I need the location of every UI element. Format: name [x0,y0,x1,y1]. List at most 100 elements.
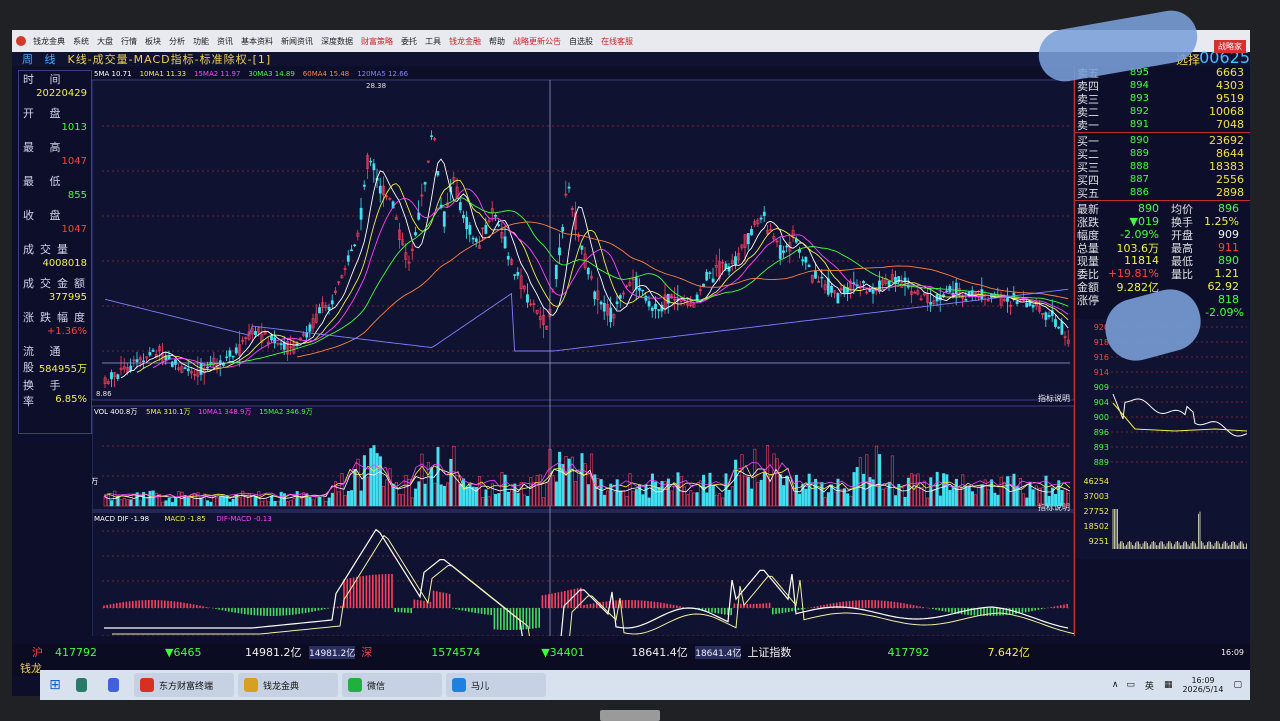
candle-body [903,277,907,282]
book-row[interactable]: 卖一 891 7048 [1075,118,1250,132]
menu-item[interactable]: 资讯 [213,36,237,47]
candle-body [580,245,584,250]
menu-item[interactable]: 战略更新公告 [509,36,565,47]
candle-body [231,355,235,358]
menu-item[interactable]: 财富策略 [357,36,397,47]
menu-item[interactable]: 在线客服 [597,36,637,47]
volume-bar [369,448,373,507]
clock[interactable]: 16:09 2026/5/14 [1182,676,1223,694]
menu-item[interactable]: 分析 [165,36,189,47]
taskbar-app-button[interactable]: 马儿 [446,673,546,697]
candle-body [618,295,622,299]
brand-badge[interactable]: 战略家 [1214,40,1246,53]
volume-bar [942,473,946,507]
ai-app-icon[interactable] [102,673,130,697]
book-volume: 18383 [1209,160,1244,173]
candle-body [279,343,283,345]
quote-value: 818 [1218,293,1239,306]
volume-bar [174,497,178,507]
menu-item[interactable]: 功能 [189,36,213,47]
menu-item[interactable]: 基本资料 [237,36,277,47]
info-label: 最 低 [23,175,67,188]
menu-item[interactable]: 新闻资讯 [277,36,317,47]
menu-item[interactable]: 钱龙金融 [445,36,485,47]
candle-body [436,171,440,176]
menu-item[interactable]: 自选股 [565,36,597,47]
quote-label: 涨停 [1077,293,1099,307]
browser-icon[interactable] [70,673,98,697]
candle-body [372,163,376,171]
taskbar-app-button[interactable]: 钱龙金典 [238,673,338,697]
volume-bar [602,494,606,507]
volume-bar [378,456,382,507]
tray-chevron-icon[interactable]: ∧ [1112,680,1119,690]
tray-app-icon[interactable]: ▦ [1164,680,1173,690]
period-label[interactable]: 周 线 [22,51,60,67]
kline-chart[interactable]: 5MA 10.71 10MA1 11.33 15MA2 11.97 30MA3 14.… [67,66,1089,672]
intraday-price-tick: 896 [1094,428,1109,437]
book-price: 889 [1129,148,1149,159]
intraday-price-tick: 889 [1094,458,1109,467]
volume-bar [206,500,210,507]
volume-bar [878,454,882,507]
candle-body [458,202,462,211]
chart-title: K线-成交量-MACD指标-标准除权-[1] [67,53,272,66]
candle-body [254,331,257,336]
book-label: 卖一 [1077,118,1099,132]
book-row[interactable]: 买五 886 2898 [1075,186,1250,200]
volume-bar [330,492,334,507]
volume-bar [170,502,174,507]
menu-item[interactable]: 帮助 [485,36,509,47]
chart-svg[interactable]: 5MA 10.71 10MA1 11.33 15MA2 11.97 30MA3 14.… [67,66,1089,672]
volume-bar [362,455,366,507]
menu-item[interactable]: 大盘 [93,36,117,47]
volume-bar [228,501,232,507]
candle-body [657,309,661,311]
price-peak-label: 28.38 [366,82,386,90]
candle-body [471,237,475,240]
taskbar-app-button[interactable]: 微信 [342,673,442,697]
intraday-volume-tick: 9251 [1089,537,1109,546]
info-label: 时 间 [23,73,67,86]
quote-value: 1.21 [1214,267,1240,280]
ime-indicator[interactable]: 英 [1145,679,1154,692]
volume-bar [798,493,802,507]
volume-bar [430,467,434,507]
candle-body [327,307,331,311]
menu-item[interactable]: 系统 [69,36,93,47]
volume-bar [647,497,651,507]
notification-icon[interactable]: ▢ [1233,680,1242,690]
volume-bar [484,489,488,507]
candle-body [602,303,606,312]
menu-item[interactable]: 行情 [117,36,141,47]
clock-time: 16:09 [1191,676,1215,685]
volume-bar [734,459,738,507]
network-icon[interactable]: ▭ [1126,680,1135,690]
volume-bar [894,495,898,507]
book-volume: 7048 [1216,118,1244,131]
windows-start-icon[interactable]: ⊞ [40,677,70,693]
menu-item[interactable]: 深度数据 [317,36,357,47]
volume-bar [282,493,286,507]
info-label: 成交量 [23,243,74,256]
volume-bar [308,497,312,507]
volume-bar [270,495,274,507]
volume-bar [750,488,754,507]
book-volume: 4303 [1216,79,1244,92]
candle-body [785,245,789,248]
candle-body [362,184,366,187]
candle-body [1006,298,1009,302]
menu-item[interactable]: 板块 [141,36,165,47]
volume-bar [554,481,558,507]
info-label: 最 高 [23,141,67,154]
menu-item[interactable]: 工具 [421,36,445,47]
volume-bar [558,451,562,507]
menu-item[interactable]: 委托 [397,36,421,47]
candle-body [724,263,728,270]
candle-body [762,211,766,217]
taskbar-app-button[interactable]: 东方财富终端 [134,673,234,697]
intraday-chart[interactable]: 9209189169149099049008968938894625437003… [1075,319,1250,559]
candle-body [1031,304,1035,308]
macd-panel-frame [91,511,1075,663]
index-name[interactable]: 上证指数 [747,644,887,660]
